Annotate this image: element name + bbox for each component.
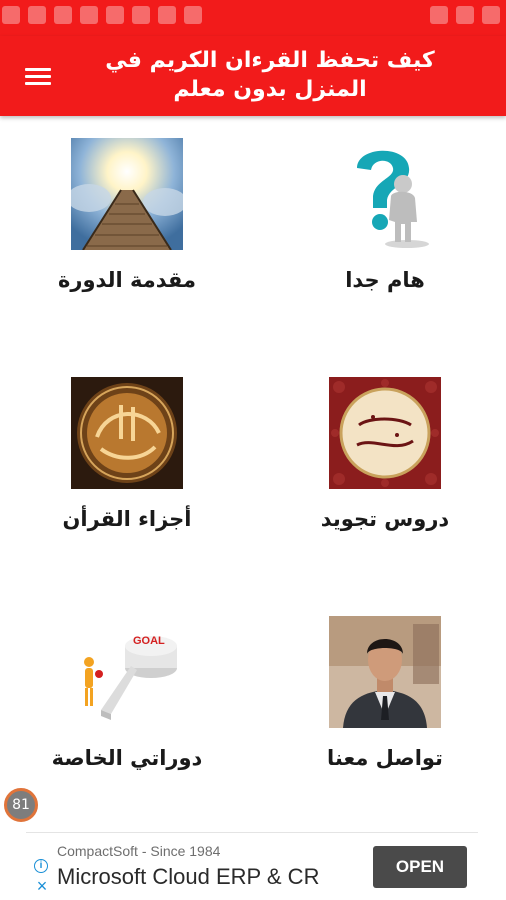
close-icon[interactable]: × <box>34 877 50 895</box>
man-portrait-image <box>329 616 441 728</box>
grid-item-my-courses[interactable]: GOAL دوراتي الخاصة <box>12 596 242 796</box>
grid-item-label: دروس تجويد <box>320 507 450 531</box>
goal-figure-image: GOAL <box>71 616 183 728</box>
grid-item-tajweed-lessons[interactable]: دروس تجويد <box>270 357 500 557</box>
notification-count-badge[interactable]: 81 <box>4 788 38 822</box>
info-icon[interactable]: i <box>34 859 48 873</box>
ad-open-button[interactable]: OPEN <box>373 846 467 888</box>
grid-item-label: مقدمة الدورة <box>57 268 197 292</box>
signal-icon <box>430 6 448 24</box>
wifi-icon <box>456 6 474 24</box>
question-figure-icon <box>329 138 441 250</box>
svg-text:GOAL: GOAL <box>133 635 165 647</box>
notification-icon <box>184 6 202 24</box>
notification-icon <box>80 6 98 24</box>
ad-title[interactable]: Microsoft Cloud ERP & CR <box>57 864 319 890</box>
notification-icon <box>2 6 20 24</box>
grid-item-important[interactable]: هام جدا <box>270 118 500 318</box>
app-title: كيف تحفظ القرءان الكريم في المنزل بدون م… <box>105 48 435 102</box>
notification-icon <box>28 6 46 24</box>
grid-item-label: أجزاء القرأن <box>62 507 192 531</box>
grid-item-label: تواصل معنا <box>327 746 443 770</box>
app-bar: كيف تحفظ القرءان الكريم في المنزل بدون م… <box>0 36 506 116</box>
grid-item-label: دوراتي الخاصة <box>51 746 203 770</box>
stairway-to-heaven-image <box>71 138 183 250</box>
ad-banner[interactable]: i × CompactSoft - Since 1984 Microsoft C… <box>26 832 478 900</box>
notification-icon <box>132 6 150 24</box>
battery-icon <box>482 6 500 24</box>
grid-item-course-intro[interactable]: مقدمة الدورة <box>12 118 242 318</box>
notification-icon <box>158 6 176 24</box>
tajweed-calligraphy-image <box>329 377 441 489</box>
grid-item-contact-us[interactable]: تواصل معنا <box>270 596 500 796</box>
status-bar <box>0 0 506 36</box>
hamburger-menu-icon[interactable] <box>22 62 54 90</box>
ad-subtitle: CompactSoft - Since 1984 <box>57 843 221 859</box>
notification-icon <box>54 6 72 24</box>
system-icons <box>430 6 500 26</box>
quran-calligraphy-image <box>71 377 183 489</box>
notification-icons <box>0 6 202 26</box>
grid-item-label: هام جدا <box>345 268 425 292</box>
notification-icon <box>106 6 124 24</box>
grid-item-quran-parts[interactable]: أجزاء القرأن <box>12 357 242 557</box>
